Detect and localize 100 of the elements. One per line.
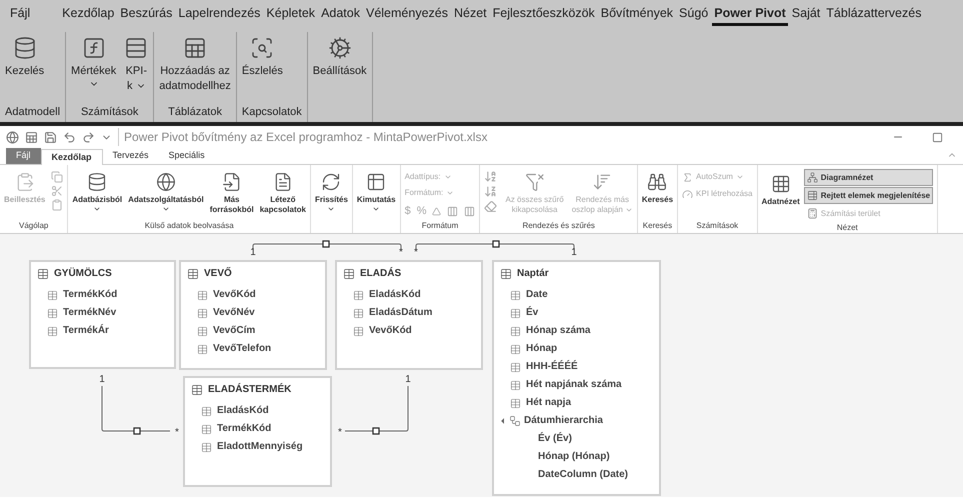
ribbon-tab[interactable]: Bővítmények — [598, 2, 676, 26]
ribbon-button[interactable]: Frissítés — [314, 169, 348, 213]
table-card[interactable]: Naptár Date Év Hónap száma Hónap HHH-ÉÉÉÉ Hét napjának száma Hét napja Dátumhierarchia Év (Év) Hónap (Hónap) DateColumn (Date) — [492, 260, 661, 496]
column-icon — [510, 290, 521, 300]
column-name: Hónap — [526, 343, 558, 355]
column-name: EladásKód — [369, 289, 421, 301]
clipboard-icon[interactable] — [51, 199, 64, 211]
column-name: TermékKód — [217, 423, 272, 435]
bars-icon — [124, 36, 148, 60]
ribbon-button[interactable]: Keresés — [642, 169, 674, 205]
ribbon-tab[interactable]: Speciális — [158, 148, 215, 164]
ribbon-button[interactable]: Létező kapcsolatok — [260, 169, 306, 215]
ribbon-button[interactable]: Beállítások — [312, 32, 367, 104]
column-icon — [510, 398, 521, 408]
column-icon — [197, 326, 208, 336]
cardinality-label: 1 — [250, 248, 256, 258]
window-title: Power Pivot bővítmény az Excel programhoz - MintaPowerPivot.xlsx — [118, 128, 488, 146]
table-card[interactable]: ELADÁS EladásKód EladásDátum VevőKód — [335, 260, 483, 370]
maximize-icon[interactable] — [932, 132, 943, 142]
table-name: ELADÁS — [360, 268, 402, 280]
refresh-icon — [321, 172, 342, 192]
ribbon-tab[interactable]: Lapelrendezés — [176, 2, 262, 26]
ribbon-tab[interactable]: Fájl — [6, 148, 41, 164]
table-name: Naptár — [517, 268, 549, 280]
ribbon-tab[interactable]: Fejlesztőeszközök — [490, 2, 597, 26]
table-card[interactable]: ELADÁSTERMÉK EladásKód TermékKód EladottMennyiség — [183, 376, 332, 487]
save-icon[interactable] — [44, 130, 57, 144]
table-card[interactable]: GYÜMÖLCS TermékKód TermékNév TermékÁr — [29, 260, 176, 369]
toggle-button[interactable]: Diagramnézet — [804, 169, 934, 186]
globe-icon — [156, 172, 176, 192]
relationship-line[interactable] — [344, 386, 408, 435]
caret-icon — [162, 205, 170, 213]
table-icon — [37, 268, 49, 280]
table-icon — [183, 36, 208, 60]
group-label: Számítások — [695, 220, 740, 232]
column-name: HHH-ÉÉÉÉ — [526, 361, 578, 373]
hierarchy-icon — [509, 415, 521, 427]
cardinality-label: 1 — [99, 375, 105, 385]
column-name: VevőTelefon — [213, 343, 272, 355]
column-name: EladásKód — [217, 405, 269, 417]
group-label: Külső adatok beolvasása — [144, 220, 235, 232]
sort-ascending-icon[interactable] — [484, 170, 498, 183]
cardinality-label: * — [175, 428, 179, 438]
group-label: Kapcsolatok — [242, 105, 302, 120]
ribbon-tab[interactable]: Kezdőlap — [40, 149, 103, 165]
ribbon-button[interactable]: Adatbázisból — [72, 169, 122, 213]
table-card[interactable]: VEVŐ VevőKód VevőNév VevőCím VevőTelefon — [179, 260, 327, 370]
database-icon — [87, 172, 108, 192]
column-name: VevőNév — [213, 307, 255, 319]
database-icon — [12, 36, 37, 60]
hierarchy-level: Év (Év) — [538, 433, 573, 445]
ribbon-button[interactable]: Kimutatás — [356, 169, 396, 213]
ribbon-tab[interactable]: Tervezés — [102, 148, 159, 164]
group-label: Formátum — [420, 220, 460, 232]
ribbon-button[interactable]: Hozzáadás az adatmodellhez — [159, 32, 231, 104]
column-name: TermékKód — [63, 289, 118, 301]
group-label: Számítások — [80, 105, 140, 120]
column-icon — [510, 308, 521, 318]
column-name: TermékÁr — [63, 325, 109, 337]
ribbon-tab[interactable]: Beszúrás — [118, 2, 174, 26]
ribbon-button[interactable]: Észlelés — [242, 32, 283, 104]
ribbon-button[interactable]: Adatnézet — [762, 169, 800, 207]
ribbon-tab[interactable]: Táblázattervezés — [824, 2, 924, 26]
ribbon-button[interactable]: Kezelés — [5, 32, 44, 104]
group-label: Nézet — [836, 222, 859, 234]
relationship-line[interactable] — [102, 386, 170, 435]
clear-sort-icon[interactable] — [484, 200, 498, 213]
redo-icon[interactable] — [82, 130, 95, 144]
toggle-button[interactable]: Rejtett elemek megjelenítése — [804, 187, 934, 204]
ribbon-tab[interactable]: Adatok — [319, 2, 362, 26]
sort-descending-icon[interactable] — [484, 185, 498, 198]
cardinality-label: * — [399, 248, 403, 258]
grid-icon — [770, 174, 791, 194]
ribbon-tab[interactable]: Power Pivot — [712, 2, 788, 26]
column-name: TermékNév — [63, 307, 116, 319]
ribbon-tab[interactable]: Saját — [790, 2, 822, 26]
ribbon-button[interactable]: Más forrásokból — [210, 169, 254, 215]
ribbon-button[interactable]: Adatszolgáltatásból — [128, 169, 204, 213]
ribbon-tab[interactable]: Nézet — [452, 2, 489, 26]
hierarchy-level: Hónap (Hónap) — [538, 451, 611, 463]
ribbon-tab[interactable]: Kezdőlap — [60, 2, 116, 26]
ribbon-tab[interactable]: Képletek — [264, 2, 318, 26]
calculator-icon — [806, 208, 818, 219]
column-icon — [510, 344, 521, 354]
table-name: ELADÁSTERMÉK — [208, 384, 292, 396]
ribbon-button[interactable]: Mértékek — [71, 32, 116, 104]
caret-icon — [93, 205, 102, 213]
ribbon-tab[interactable]: Súgó — [677, 2, 710, 26]
function-icon — [82, 36, 106, 60]
expand-icon[interactable] — [501, 418, 507, 424]
app-icon[interactable] — [6, 130, 19, 144]
ribbon-tab[interactable]: Véleményezés — [364, 2, 450, 26]
column-icon — [47, 308, 58, 318]
table-icon — [187, 268, 199, 280]
column-icon — [201, 406, 212, 416]
caret-icon — [736, 173, 744, 181]
ribbon-button[interactable]: KPI- k — [124, 32, 148, 104]
column-icon — [510, 326, 521, 336]
ribbon-tab[interactable]: Fájl — [10, 2, 58, 26]
undo-icon[interactable] — [63, 130, 76, 144]
